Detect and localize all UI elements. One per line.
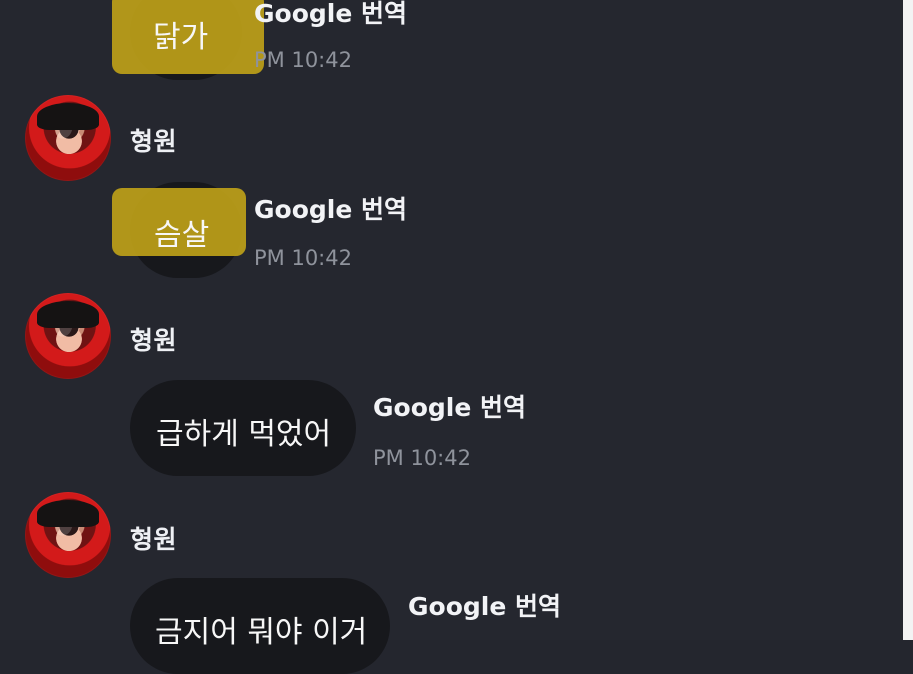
profile-avatar-icon[interactable] <box>25 492 111 578</box>
message-text: 닭가 <box>153 20 209 55</box>
avatar-highlight <box>52 116 76 142</box>
sender-name: 형원 <box>130 525 178 554</box>
google-translate-link[interactable]: Google 번역 <box>408 587 561 623</box>
message-time: PM 10:42 <box>373 446 471 470</box>
sender-name: 형원 <box>130 127 178 156</box>
avatar-highlight <box>52 314 76 340</box>
message-time: PM 10:42 <box>254 246 352 270</box>
screen-edge <box>903 0 913 640</box>
chat-area: 닭가 Google 번역 PM 10:42 형원 슴살 Google 번역 PM… <box>0 0 903 674</box>
profile-avatar-icon[interactable] <box>25 95 111 181</box>
profile-avatar-icon[interactable] <box>25 293 111 379</box>
google-translate-link[interactable]: Google 번역 <box>373 388 526 424</box>
message-time: PM 10:42 <box>254 48 352 72</box>
message-text: 금지어 뭐야 이거 <box>155 615 368 650</box>
message-text: 슴살 <box>154 218 210 253</box>
avatar-highlight <box>52 513 76 539</box>
sender-name: 형원 <box>130 326 178 355</box>
google-translate-link[interactable]: Google 번역 <box>254 0 407 30</box>
message-text: 급하게 먹었어 <box>156 417 332 452</box>
google-translate-link[interactable]: Google 번역 <box>254 190 407 226</box>
